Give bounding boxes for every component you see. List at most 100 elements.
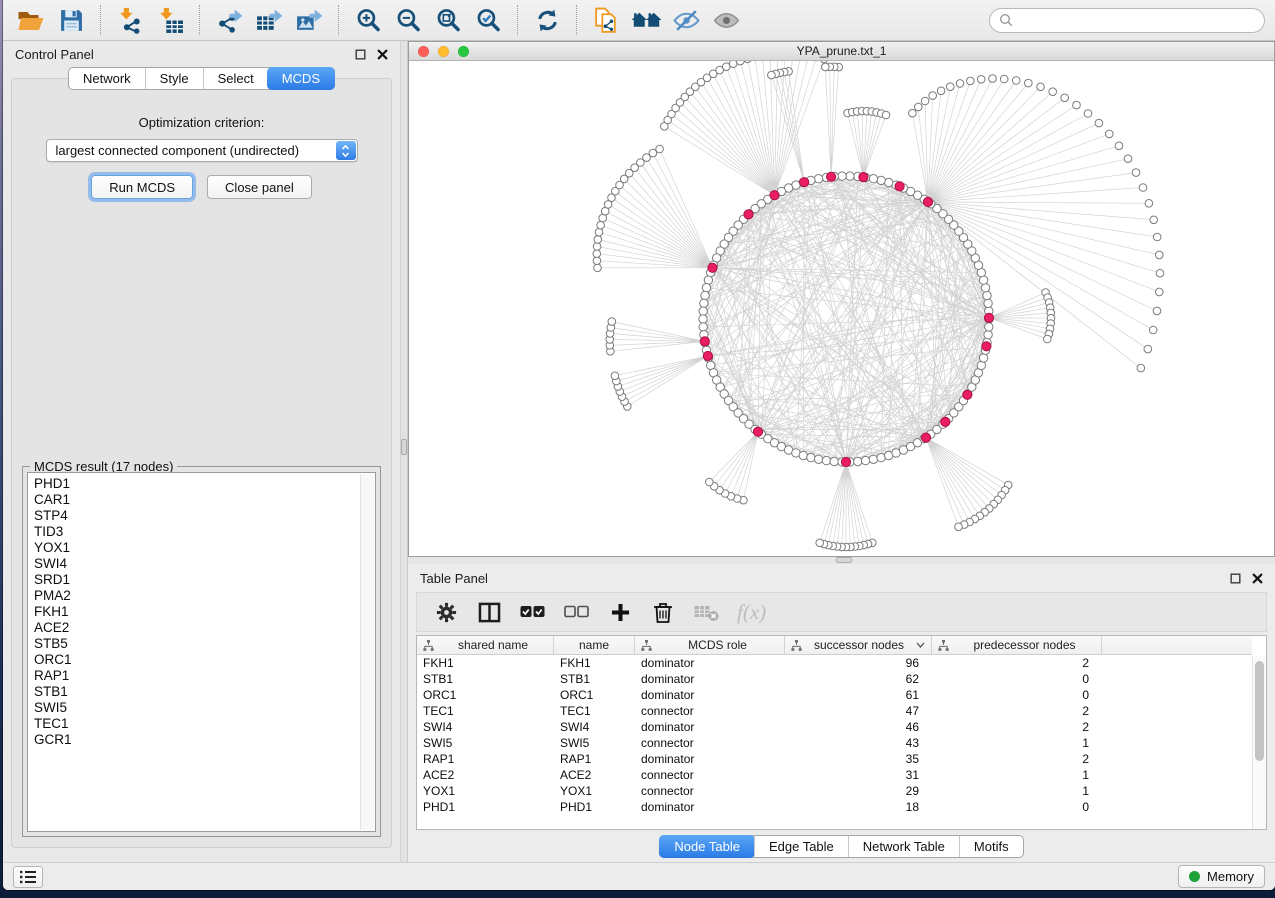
mcds-result-node[interactable]: PMA2 [34,588,355,604]
select-all-columns-icon[interactable] [519,598,546,626]
delete-column-icon[interactable] [650,598,676,626]
export-table-icon[interactable] [251,4,287,36]
float-panel-icon[interactable] [355,49,366,60]
mcds-result-node[interactable]: TEC1 [34,716,355,732]
vertical-splitter[interactable] [400,41,408,862]
mcds-result-node[interactable]: SWI4 [34,556,355,572]
table-header-row: shared namenameMCDS rolesuccessor nodesp… [417,636,1252,655]
mcds-result-node[interactable]: RAP1 [34,668,355,684]
search-box[interactable] [989,8,1265,33]
float-panel-icon[interactable] [1230,573,1241,584]
network-canvas[interactable] [409,61,1274,556]
tab-style[interactable]: Style [145,68,203,89]
mcds-result-node[interactable]: STB5 [34,636,355,652]
export-network-icon[interactable] [211,4,247,36]
import-table-icon[interactable] [152,4,188,36]
cell-shared-name: SWI5 [417,736,554,750]
search-input[interactable] [1019,13,1255,28]
table-row[interactable]: SWI4SWI4dominator462 [417,719,1252,735]
status-bar: Memory [3,862,1275,890]
column-header-name[interactable]: name [554,636,635,654]
column-header-filler [1102,636,1252,654]
scrollbar-thumb[interactable] [1255,661,1264,761]
result-list-scrollbar[interactable] [360,474,374,830]
optimization-criterion-value: largest connected component (undirected) [56,143,300,158]
mcds-result-node[interactable]: ORC1 [34,652,355,668]
deselect-all-columns-icon[interactable] [563,598,590,626]
tab-node-table[interactable]: Node Table [659,835,755,858]
zoom-selected-icon[interactable] [470,4,506,36]
table-row[interactable]: SWI5SWI5connector431 [417,735,1252,751]
new-network-from-selection-icon[interactable] [588,4,624,36]
mcds-result-node[interactable]: STP4 [34,508,355,524]
memory-button[interactable]: Memory [1178,865,1265,888]
open-folder-icon[interactable] [13,4,49,36]
mcds-result-node[interactable]: YOX1 [34,540,355,556]
splitter-grip[interactable] [401,439,407,455]
mcds-result-list[interactable]: PHD1CAR1STP4TID3YOX1SWI4SRD1PMA2FKH1ACE2… [27,472,376,832]
window-minimize-button[interactable] [438,46,449,57]
splitter-grip[interactable] [836,557,852,563]
add-column-icon[interactable] [607,598,633,626]
cell-name: SWI4 [554,720,635,734]
zoom-in-icon[interactable] [350,4,386,36]
table-row[interactable]: ACE2ACE2connector311 [417,767,1252,783]
cell-MCDS-role: connector [635,736,785,750]
save-icon[interactable] [53,4,89,36]
mcds-result-node[interactable]: GCR1 [34,732,355,748]
optimization-criterion-select[interactable]: largest connected component (undirected) [46,139,358,162]
first-neighbors-icon[interactable] [628,4,664,36]
tab-edge-table[interactable]: Edge Table [754,836,848,857]
table-row[interactable]: FKH1FKH1dominator962 [417,655,1252,671]
hide-selected-icon[interactable] [668,4,704,36]
table-row[interactable]: RAP1RAP1dominator352 [417,751,1252,767]
columns-icon[interactable] [476,598,502,626]
zoom-fit-icon[interactable] [430,4,466,36]
run-mcds-button[interactable]: Run MCDS [91,175,193,199]
window-close-button[interactable] [418,46,429,57]
tab-network-table[interactable]: Network Table [848,836,959,857]
import-network-icon[interactable] [112,4,148,36]
cell-name: SWI5 [554,736,635,750]
mcds-result-node[interactable]: SWI5 [34,700,355,716]
table-row[interactable]: TEC1TEC1connector472 [417,703,1252,719]
table-row[interactable]: YOX1YOX1connector291 [417,783,1252,799]
task-history-button[interactable] [13,866,43,888]
close-panel-icon[interactable] [1252,573,1263,584]
column-header-MCDS-role[interactable]: MCDS role [635,636,785,654]
column-header-shared-name[interactable]: shared name [417,636,554,654]
window-maximize-button[interactable] [458,46,469,57]
table-scrollbar[interactable] [1252,656,1266,829]
zoom-out-icon[interactable] [390,4,426,36]
tab-network[interactable]: Network [69,68,145,89]
horizontal-splitter[interactable] [408,557,1275,564]
mcds-result-node[interactable]: STB1 [34,684,355,700]
export-image-icon[interactable] [291,4,327,36]
cell-successor-nodes: 96 [785,656,932,670]
show-all-icon[interactable] [708,4,744,36]
cell-successor-nodes: 35 [785,752,932,766]
mcds-result-node[interactable]: TID3 [34,524,355,540]
column-header-successor-nodes[interactable]: successor nodes [785,636,932,654]
mcds-result-node[interactable]: ACE2 [34,620,355,636]
mcds-result-node[interactable]: CAR1 [34,492,355,508]
table-row[interactable]: STB1STB1dominator620 [417,671,1252,687]
cell-shared-name: PHD1 [417,800,554,814]
table-row[interactable]: ORC1ORC1dominator610 [417,687,1252,703]
close-panel-icon[interactable] [377,49,388,60]
mcds-result-node[interactable]: FKH1 [34,604,355,620]
table-row[interactable]: PHD1PHD1dominator180 [417,799,1252,815]
tab-select[interactable]: Select [203,68,268,89]
refresh-icon[interactable] [529,4,565,36]
cell-shared-name: STB1 [417,672,554,686]
tab-motifs[interactable]: Motifs [959,836,1023,857]
column-header-predecessor-nodes[interactable]: predecessor nodes [932,636,1102,654]
mcds-result-node[interactable]: SRD1 [34,572,355,588]
control-panel: Control Panel NetworkStyleSelectMCDS Opt… [3,41,400,862]
cell-successor-nodes: 46 [785,720,932,734]
close-panel-button[interactable]: Close panel [207,175,312,199]
gear-icon[interactable] [433,598,459,626]
mcds-result-node[interactable]: PHD1 [34,476,355,492]
tab-mcds[interactable]: MCDS [267,67,335,90]
cell-name: YOX1 [554,784,635,798]
